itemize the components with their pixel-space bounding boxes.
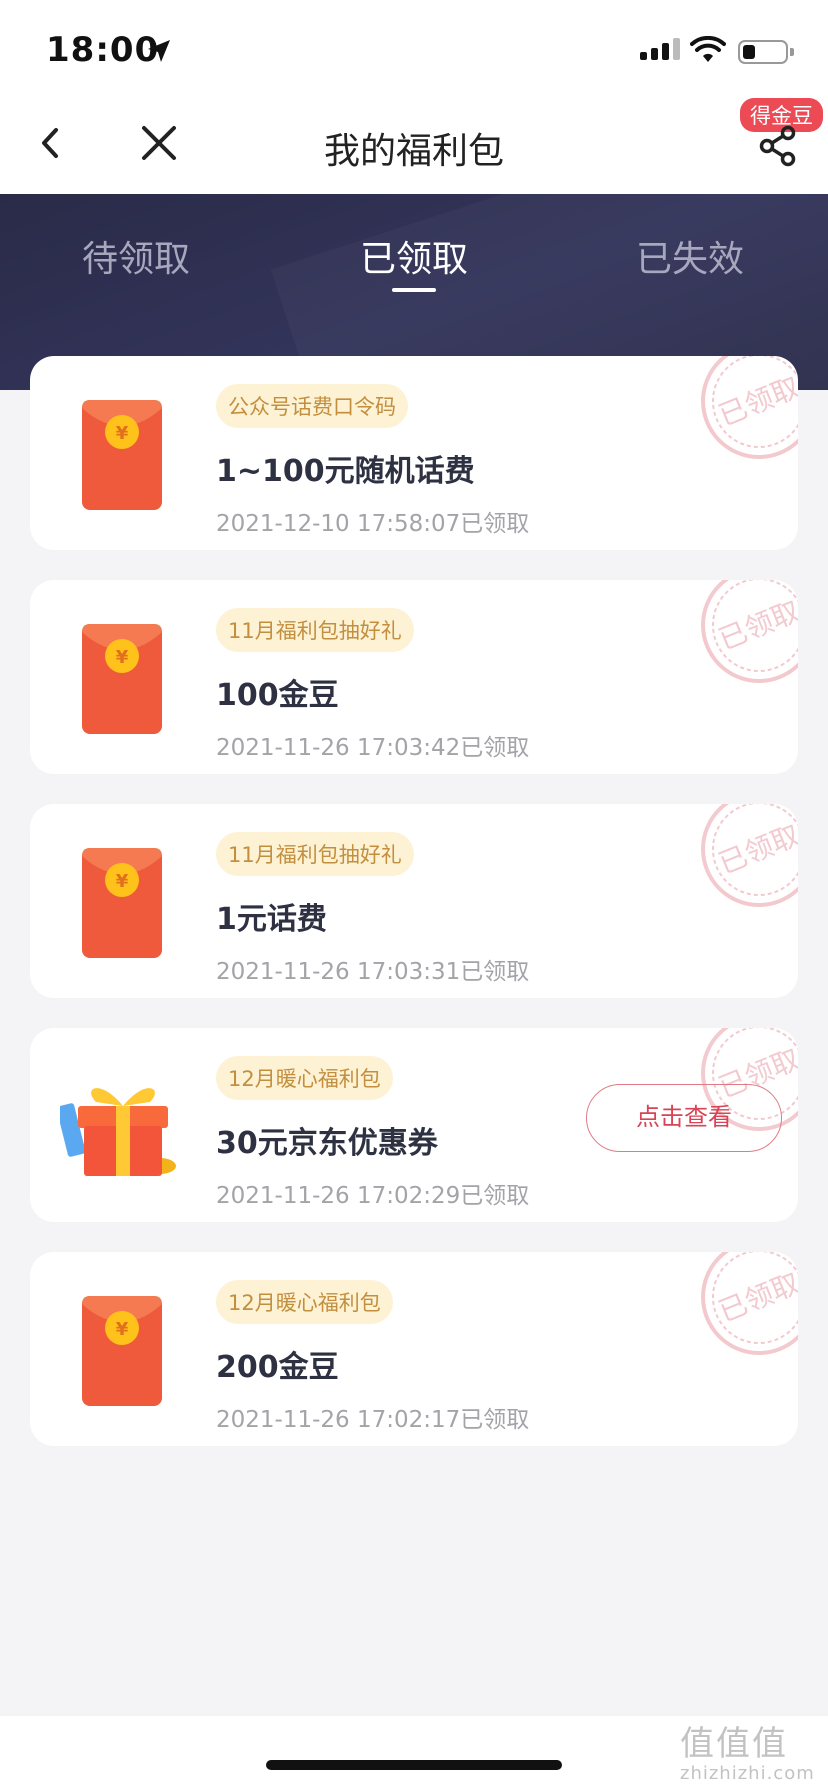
tab-received[interactable]: 已领取 bbox=[314, 230, 514, 282]
red-envelope-icon: ¥ bbox=[82, 848, 162, 958]
status-time: 18:00 bbox=[46, 30, 160, 70]
item-claim-date: 2021-11-26 17:03:31已领取 bbox=[216, 959, 530, 985]
red-envelope-icon: ¥ bbox=[82, 1296, 162, 1406]
location-arrow-icon bbox=[148, 40, 170, 62]
item-title: 1元话费 bbox=[216, 902, 327, 937]
battery-icon bbox=[738, 40, 794, 64]
item-claim-date: 2021-12-10 17:58:07已领取 bbox=[216, 511, 530, 537]
item-source-tag: 11月福利包抽好礼 bbox=[216, 832, 414, 876]
item-claim-date: 2021-11-26 17:03:42已领取 bbox=[216, 735, 530, 761]
item-title: 100金豆 bbox=[216, 678, 339, 713]
list-item[interactable]: ¥ 公众号话费口令码 1~100元随机话费 2021-12-10 17:58:0… bbox=[30, 356, 798, 550]
page-title: 我的福利包 bbox=[323, 131, 504, 172]
navigation-bar: 我的福利包 得金豆 bbox=[0, 92, 828, 194]
item-title: 1~100元随机话费 bbox=[216, 454, 475, 489]
svg-text:¥: ¥ bbox=[116, 871, 129, 892]
list-item[interactable]: 12月暖心福利包 30元京东优惠券 2021-11-26 17:02:29已领取… bbox=[30, 1028, 798, 1222]
svg-text:¥: ¥ bbox=[116, 423, 129, 444]
item-source-tag: 11月福利包抽好礼 bbox=[216, 608, 414, 652]
received-stamp-icon: 已领取 bbox=[701, 804, 798, 907]
home-indicator[interactable] bbox=[266, 1760, 562, 1770]
red-envelope-icon: ¥ bbox=[82, 624, 162, 734]
red-envelope-icon: ¥ bbox=[82, 400, 162, 510]
watermark-logo: 值值值 bbox=[680, 1724, 788, 1764]
item-source-tag: 12月暖心福利包 bbox=[216, 1280, 393, 1324]
share-icon[interactable] bbox=[756, 124, 800, 168]
list-item[interactable]: ¥ 12月暖心福利包 200金豆 2021-11-26 17:02:17已领取 … bbox=[30, 1252, 798, 1446]
svg-text:已领取: 已领取 bbox=[714, 818, 798, 880]
view-coupon-button[interactable]: 点击查看 bbox=[586, 1084, 782, 1152]
item-title: 200金豆 bbox=[216, 1350, 339, 1385]
list-item[interactable]: ¥ 11月福利包抽好礼 1元话费 2021-11-26 17:03:31已领取 … bbox=[30, 804, 798, 998]
watermark-url: zhizhizhi.com bbox=[680, 1763, 815, 1784]
item-claim-date: 2021-11-26 17:02:29已领取 bbox=[216, 1183, 530, 1209]
svg-text:已领取: 已领取 bbox=[714, 594, 798, 656]
svg-text:¥: ¥ bbox=[116, 647, 129, 668]
tab-expired[interactable]: 已失效 bbox=[590, 230, 790, 282]
svg-text:已领取: 已领取 bbox=[714, 370, 798, 432]
active-tab-indicator bbox=[392, 288, 436, 292]
svg-text:¥: ¥ bbox=[116, 1319, 129, 1340]
wifi-icon bbox=[690, 36, 726, 62]
cellular-signal-icon bbox=[640, 38, 680, 60]
status-bar: 18:00 bbox=[0, 0, 828, 92]
item-source-tag: 12月暖心福利包 bbox=[216, 1056, 393, 1100]
received-stamp-icon: 已领取 bbox=[701, 356, 798, 459]
received-stamp-icon: 已领取 bbox=[701, 580, 798, 683]
svg-text:已领取: 已领取 bbox=[714, 1266, 798, 1328]
tab-pending[interactable]: 待领取 bbox=[36, 230, 236, 282]
site-watermark: 值值值 zhizhizhi.com bbox=[680, 1716, 820, 1792]
received-stamp-icon: 已领取 bbox=[701, 1252, 798, 1355]
item-source-tag: 公众号话费口令码 bbox=[216, 384, 408, 428]
item-claim-date: 2021-11-26 17:02:17已领取 bbox=[216, 1407, 530, 1433]
gift-box-icon bbox=[60, 1088, 176, 1176]
list-item[interactable]: ¥ 11月福利包抽好礼 100金豆 2021-11-26 17:03:42已领取… bbox=[30, 580, 798, 774]
item-title: 30元京东优惠券 bbox=[216, 1126, 438, 1161]
